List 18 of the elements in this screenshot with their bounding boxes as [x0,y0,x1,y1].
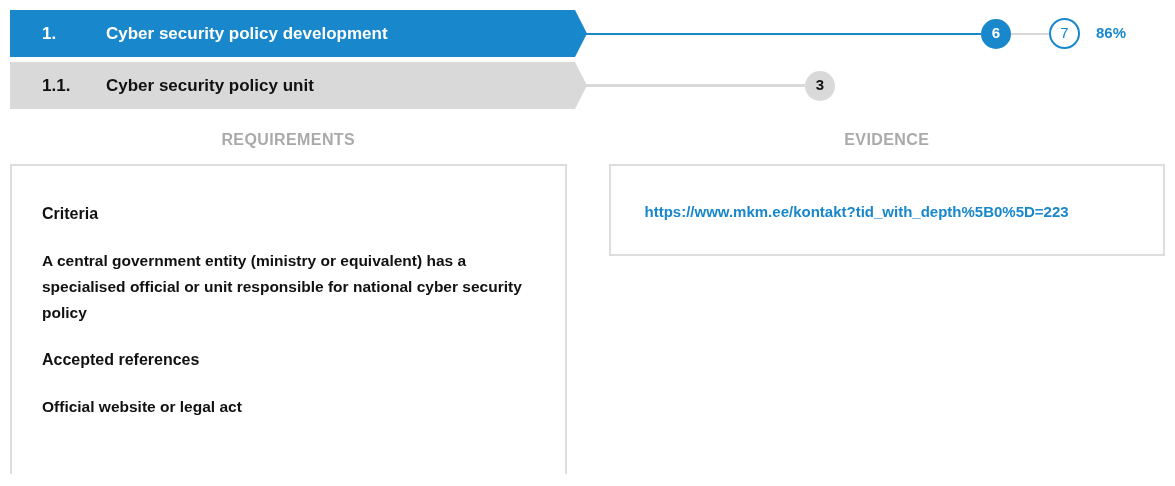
completed-count: 6 [981,18,1011,49]
item-number: 1.1. [41,74,72,97]
percent-complete: 86% [1096,23,1127,44]
item-number: 1. [41,22,58,45]
section-text: A central government entity (ministry or equivalent) has a specialised official or unit responsible for national cyber security policy [42,251,523,323]
section-heading: Accepted references [42,350,201,370]
subcategory-banner[interactable]: 1.1. Cyber security policy unit [10,62,587,109]
category-banner[interactable]: 1. Cyber security policy development [10,10,587,57]
item-title: Cyber security policy unit [106,74,314,97]
section-text: Official website or legal act [42,397,243,417]
column-heading: EVIDENCE [844,130,930,150]
section-heading: Criteria [42,204,100,224]
item-title: Cyber security policy development [106,22,388,45]
total-count: 7 [1049,18,1080,49]
progress-line [1011,32,1049,35]
item-count: 3 [805,70,835,101]
column-heading: REQUIREMENTS [221,130,356,150]
evidence-link[interactable]: https://www.mkm.ee/kontakt?tid_with_depth%5B0%5D=223 [644,202,1129,222]
